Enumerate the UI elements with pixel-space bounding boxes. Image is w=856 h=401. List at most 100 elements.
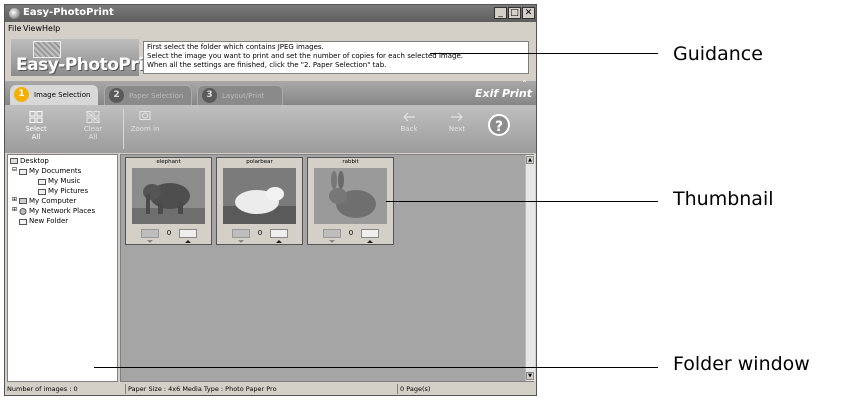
guidance-text: First select the folder which contains J… [143, 41, 529, 74]
collapse-icon[interactable]: ⌃ [521, 79, 528, 88]
zoom-in-icon [139, 111, 151, 120]
music-folder-icon [38, 179, 46, 185]
back-arrow-icon [403, 112, 415, 122]
next-label: Next [448, 125, 466, 133]
status-page-count: 0 Page(s) [397, 384, 533, 394]
increase-copies-button[interactable] [361, 229, 379, 243]
folder-window[interactable]: Desktop ⊟ My Documents My Music My Pictu… [7, 154, 118, 382]
app-window: Easy-PhotoPrint _ □ ✕ File View Help Eas… [4, 4, 537, 396]
increase-copies-button[interactable] [179, 229, 197, 243]
copies-count: 0 [348, 229, 354, 237]
status-image-count: Number of images : 0 [7, 385, 78, 393]
arrow-down-icon [329, 240, 335, 243]
select-all-label: All [31, 133, 41, 141]
thumbnail-name: polarbear [246, 159, 273, 165]
expand-icon[interactable]: ⊞ [12, 196, 17, 203]
thumbnail-name: rabbit [342, 159, 359, 165]
thumbnail-card[interactable]: polarbear 0 [216, 157, 303, 245]
copies-control: 0 [323, 228, 379, 243]
tree-item-desktop[interactable]: Desktop [20, 157, 49, 165]
toolbar-divider [123, 109, 124, 149]
tree-item-my-documents[interactable]: My Documents [29, 167, 81, 175]
back-label: Back [400, 125, 418, 133]
tab-bar: 1 Image Selection 2 Paper Selection 3 La… [5, 79, 536, 105]
folder-callout-line [94, 367, 658, 368]
minimize-button[interactable]: _ [494, 7, 507, 19]
arrow-up-icon [185, 240, 191, 243]
clear-all-icon [86, 111, 100, 123]
select-all-button[interactable]: Select All [21, 111, 51, 141]
select-all-icon [29, 111, 43, 123]
guidance-callout-line [430, 53, 658, 54]
tab-number: 2 [109, 88, 124, 103]
tree-item-my-music[interactable]: My Music [48, 177, 80, 185]
polar-bear-photo[interactable] [223, 168, 296, 224]
tree-item-my-network-places[interactable]: My Network Places [29, 207, 95, 215]
copies-control: 0 [141, 228, 197, 243]
desktop-icon [10, 158, 18, 164]
guidance-callout-label: Guidance [673, 43, 763, 65]
back-button[interactable]: Back [397, 111, 421, 133]
close-button[interactable]: ✕ [522, 7, 535, 19]
menu-file[interactable]: File [8, 24, 21, 33]
next-button[interactable]: Next [445, 111, 469, 133]
tab-label: Paper Selection [129, 92, 184, 100]
menu-view[interactable]: View [23, 24, 42, 33]
arrow-down-icon [147, 240, 153, 243]
scroll-up-arrow-icon[interactable]: ▲ [526, 156, 534, 164]
zoom-in-button[interactable]: Zoom in [128, 111, 162, 133]
decrease-copies-button[interactable] [141, 229, 159, 243]
help-button[interactable]: ? [488, 114, 510, 136]
elephant-photo[interactable] [132, 168, 205, 224]
expand-icon[interactable]: ⊟ [12, 166, 17, 173]
tab-number: 3 [202, 88, 217, 103]
app-logo: Easy-PhotoPrint [11, 39, 163, 76]
thumbnail-name: elephant [156, 159, 181, 165]
copies-count: 0 [257, 229, 263, 237]
tab-image-selection[interactable]: 1 Image Selection [10, 85, 98, 105]
toolbar: Select All Clear All Zoom in Back Next ? [5, 105, 536, 153]
window-title: Easy-PhotoPrint [23, 7, 114, 18]
title-bar[interactable]: Easy-PhotoPrint _ □ ✕ [5, 5, 536, 22]
tab-label: Layout/Print [222, 92, 265, 100]
computer-icon [19, 198, 27, 204]
tree-item-new-folder[interactable]: New Folder [29, 217, 68, 225]
zoom-in-label: Zoom in [130, 125, 160, 133]
vertical-scrollbar[interactable]: ▲ ▼ [525, 155, 535, 381]
scroll-down-arrow-icon[interactable]: ▼ [526, 372, 534, 380]
app-icon [9, 8, 20, 19]
thumbnail-card[interactable]: rabbit 0 [307, 157, 394, 245]
arrow-up-icon [367, 240, 373, 243]
tab-label: Image Selection [34, 91, 91, 99]
tab-number: 1 [14, 87, 29, 102]
arrow-down-icon [238, 240, 244, 243]
decrease-copies-button[interactable] [232, 229, 250, 243]
decrease-copies-button[interactable] [323, 229, 341, 243]
folder-icon [19, 219, 27, 225]
maximize-button[interactable]: □ [508, 7, 521, 19]
logo-text: Easy-PhotoPrint [16, 55, 163, 75]
guidance-line: When all the settings are finished, clic… [147, 61, 387, 69]
exif-print-logo: Exif Print [475, 87, 533, 100]
select-all-label: Select [25, 125, 47, 133]
clear-all-label: All [88, 133, 98, 141]
folder-icon [19, 169, 27, 175]
tree-item-my-computer[interactable]: My Computer [29, 197, 76, 205]
thumbnail-card[interactable]: elephant 0 [125, 157, 212, 245]
status-bar: Number of images : 0 Paper Size : 4x6 Me… [5, 383, 536, 395]
clear-all-label: Clear [83, 125, 103, 133]
thumbnail-area[interactable]: elephant 0 polarbear 0 rabbit 0 ▲ ▼ [120, 154, 535, 382]
increase-copies-button[interactable] [270, 229, 288, 243]
menu-help[interactable]: Help [42, 24, 60, 33]
clear-all-button[interactable]: Clear All [78, 111, 108, 141]
copies-control: 0 [232, 228, 288, 243]
thumbnail-callout-label: Thumbnail [673, 188, 774, 210]
arrow-up-icon [276, 240, 282, 243]
expand-icon[interactable]: ⊞ [12, 206, 17, 213]
pictures-folder-icon [38, 189, 46, 195]
network-icon [19, 208, 27, 215]
tree-item-my-pictures[interactable]: My Pictures [48, 187, 88, 195]
rabbit-photo[interactable] [314, 168, 387, 224]
tab-paper-selection[interactable]: 2 Paper Selection [104, 85, 192, 105]
tab-layout-print[interactable]: 3 Layout/Print [197, 85, 283, 105]
